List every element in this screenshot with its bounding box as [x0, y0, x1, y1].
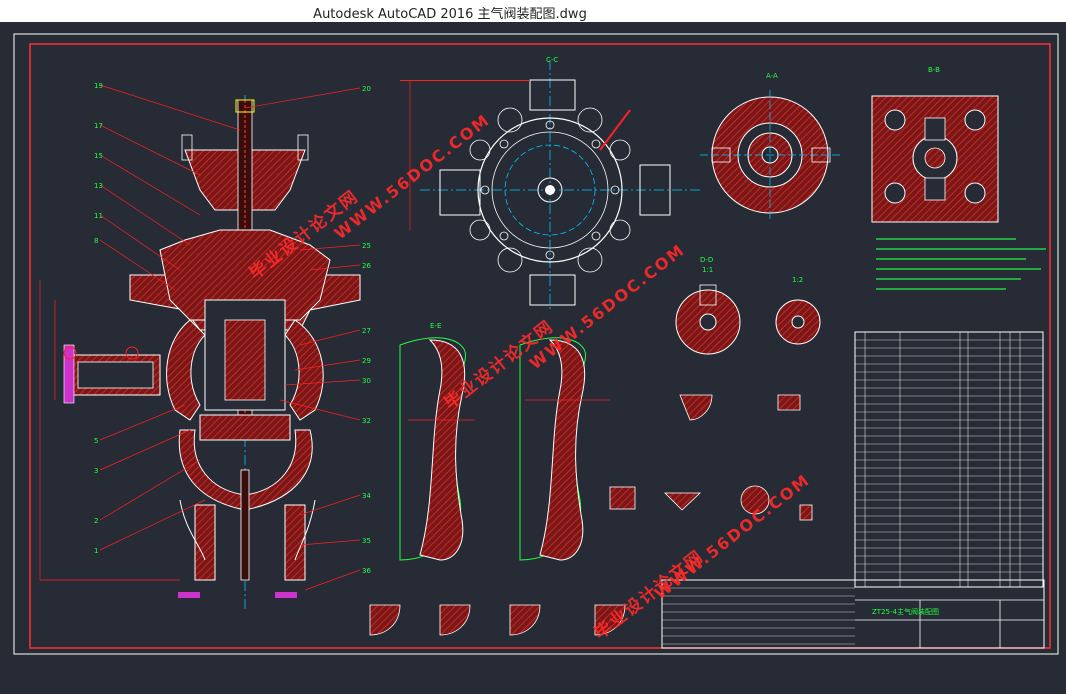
svg-text:19: 19	[94, 82, 103, 90]
svg-text:20: 20	[362, 85, 371, 93]
svg-text:25: 25	[362, 242, 371, 250]
svg-text:1:1: 1:1	[702, 266, 713, 274]
svg-text:36: 36	[362, 567, 371, 575]
svg-text:C-C: C-C	[546, 56, 558, 64]
parts-list	[854, 331, 1044, 588]
svg-text:15: 15	[94, 152, 103, 160]
svg-text:29: 29	[362, 357, 371, 365]
svg-text:32: 32	[362, 417, 371, 425]
svg-text:D-D: D-D	[700, 256, 713, 264]
svg-text:E-E: E-E	[430, 322, 441, 330]
title-block: ZT25-4主气阀装配图	[661, 579, 1045, 649]
svg-text:30: 30	[362, 377, 371, 385]
svg-text:5: 5	[94, 437, 98, 445]
svg-text:27: 27	[362, 327, 371, 335]
svg-text:A-A: A-A	[766, 72, 778, 80]
title-bar: Autodesk AutoCAD 2016 主气阀装配图.dwg	[0, 0, 1066, 22]
svg-text:11: 11	[94, 212, 103, 220]
svg-text:WWW.56DOC.COM: WWW.56DOC.COM	[331, 110, 494, 243]
section-b-b: B-B	[871, 66, 999, 223]
svg-text:3: 3	[94, 467, 98, 475]
svg-text:WWW.56DOC.COM: WWW.56DOC.COM	[651, 470, 814, 603]
svg-text:13: 13	[94, 182, 103, 190]
cad-drawing[interactable]: 191715 13118 532 12025 262729 303234 353…	[0, 22, 1066, 694]
svg-text:ZT25-4主气阀装配图: ZT25-4主气阀装配图	[872, 607, 939, 616]
svg-text:8: 8	[94, 237, 98, 245]
window-title: Autodesk AutoCAD 2016 主气阀装配图.dwg	[313, 7, 587, 22]
svg-text:35: 35	[362, 537, 371, 545]
svg-text:26: 26	[362, 262, 371, 270]
svg-text:34: 34	[362, 492, 371, 500]
technical-notes	[876, 238, 1046, 290]
svg-text:1: 1	[94, 547, 98, 555]
svg-text:1:2: 1:2	[792, 276, 803, 284]
section-d-d: D-D 1:1 1:2	[675, 256, 821, 355]
svg-text:B-B: B-B	[928, 66, 940, 74]
svg-text:17: 17	[94, 122, 103, 130]
section-a-a: A-A	[700, 72, 840, 220]
drawing-canvas[interactable]: 19 17 15 13 11 8 532 1 20 25 26 27 29 30 32 34 35 3…	[0, 22, 1066, 694]
main-section-view: 191715 13118 532 12025 262729 303234 353…	[39, 82, 371, 610]
svg-text:2: 2	[94, 517, 98, 525]
